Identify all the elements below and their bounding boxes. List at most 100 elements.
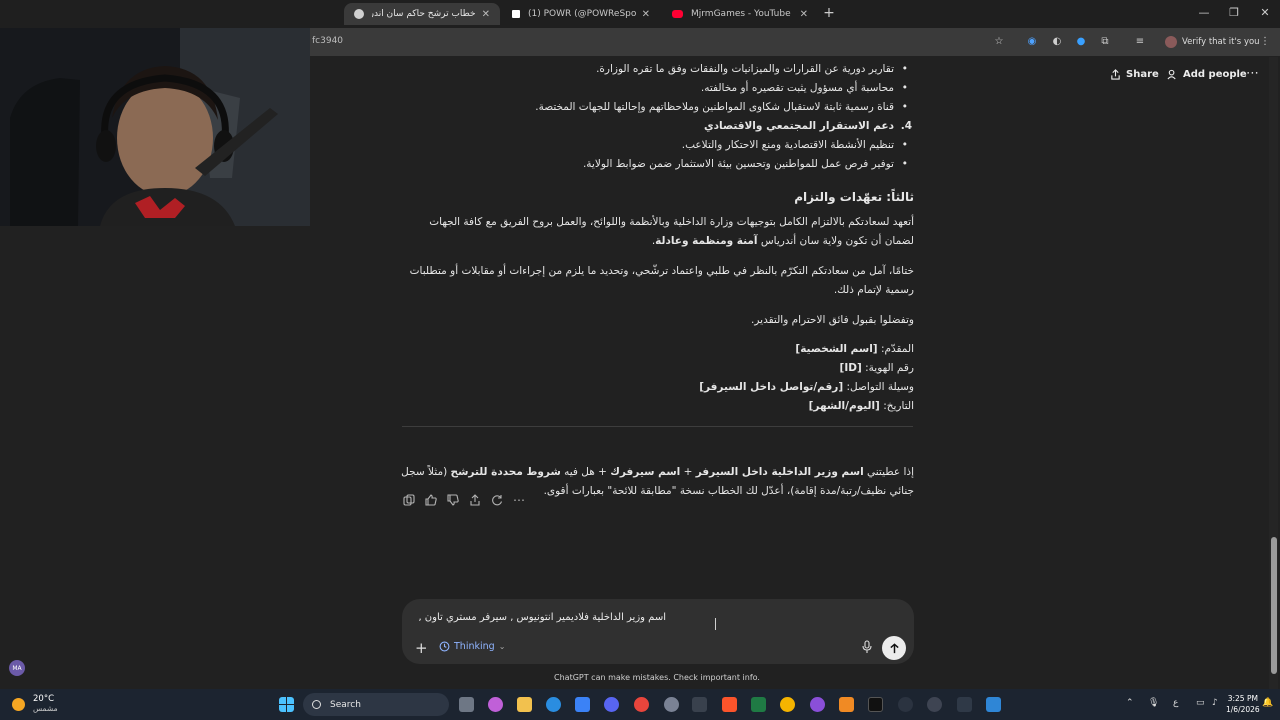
thumbs-down-icon[interactable] [445,492,461,508]
tab-youtube[interactable]: MjrmGames - YouTube ✕ [662,3,818,25]
text-cursor [715,618,718,630]
followup-text: + [680,466,696,478]
extension-read-icon[interactable]: ◉ [1026,36,1038,48]
close-icon[interactable]: ✕ [482,9,490,20]
app-icon[interactable] [986,697,1001,712]
webcam-overlay [0,28,310,226]
app-icon[interactable] [898,697,913,712]
youtube-icon [672,10,683,18]
sig-value: [اسم الشخصية] [795,343,878,355]
tab-x[interactable]: (1) POWR (@POWReSports) / X ✕ [502,3,660,25]
list-item: قناة رسمية ثابتة لاستقبال شكاوى المواطني… [398,98,914,117]
more-options-icon[interactable]: ⋯ [1246,66,1259,81]
person-add-icon [1167,69,1176,80]
scrollbar-thumb[interactable] [1271,537,1277,674]
sun-icon [12,697,25,711]
tab-list-icon[interactable]: ≡ [1134,36,1146,48]
profile-avatar [1165,36,1177,48]
network-icon[interactable]: ▭ [1196,698,1205,708]
sig-value: [ID] [839,362,862,374]
close-window-button[interactable]: ✕ [1258,6,1272,19]
more-actions-icon[interactable]: ⋯ [511,492,527,508]
extensions-puzzle-icon[interactable]: ⧉ [1099,36,1111,48]
search-icon [312,700,321,709]
arrow-up-icon [889,642,899,653]
user-avatar[interactable]: MA [9,660,25,676]
share-button[interactable]: Share [1110,69,1159,80]
prompt-input[interactable]: اسم وزير الداخلية فلاديمير انتونيوس , سي… [418,612,666,623]
search-label: Search [330,699,361,710]
signature-line: التاريخ: [اليوم/الشهر] [398,397,914,416]
taskbar-search[interactable]: Search [303,693,449,716]
add-people-label: Add people [1183,69,1247,80]
app-icon[interactable] [780,697,795,712]
app-icon[interactable] [692,697,707,712]
closing-paragraph: ختامًا، آمل من سعادتكم التكرّم بالنظر في… [409,265,914,296]
verify-label: Verify that it's you [1182,37,1260,47]
volume-icon[interactable]: ♪ [1212,698,1218,708]
edge-icon[interactable] [546,697,561,712]
restore-button[interactable]: ❐ [1227,6,1241,19]
thumbs-up-icon[interactable] [423,492,439,508]
disclaimer-text: ChatGPT can make mistakes. Check importa… [554,673,760,682]
microphone-tray-icon[interactable]: 🎙 [1148,698,1159,708]
copilot-icon[interactable] [488,697,503,712]
verify-profile-button[interactable]: Verify that it's you [1161,33,1266,51]
commit-bold: آمنة ومنظمة وعادلة [655,235,758,247]
close-icon[interactable]: ✕ [642,9,650,20]
new-tab-button[interactable]: + [822,5,836,21]
composer[interactable]: اسم وزير الداخلية فلاديمير انتونيوس , سي… [402,599,914,664]
sig-value: [اليوم/الشهر] [808,400,880,412]
section-heading: ثالثاً: تعهّدات والتزام [794,190,914,204]
add-attachment-icon[interactable]: + [415,639,428,657]
app-icon[interactable] [957,697,972,712]
add-people-button[interactable]: Add people [1167,69,1247,80]
brave-icon[interactable] [722,697,737,712]
app-icon[interactable] [664,697,679,712]
close-icon[interactable]: ✕ [800,9,808,20]
sig-label: وسيلة التواصل: [843,381,914,393]
share-label: Share [1126,69,1159,80]
signature-line: وسيلة التواصل: [رقم/تواصل داخل السيرفر] [398,378,914,397]
tab-title: MjrmGames - YouTube [691,9,791,19]
app-icon[interactable] [810,697,825,712]
chevron-up-icon[interactable]: ⌃ [1126,698,1134,708]
signature-line: المقدّم: [اسم الشخصية] [398,340,914,359]
extension-paint-icon[interactable]: ◐ [1051,36,1063,48]
windows-start-icon[interactable] [279,697,294,712]
tiktok-icon[interactable] [868,697,883,712]
thinking-mode-button[interactable]: Thinking ⌄ [439,641,505,652]
file-explorer-icon[interactable] [517,697,532,712]
list-item: تقارير دورية عن القرارات والميزانيات وال… [398,60,914,79]
excel-icon[interactable] [751,697,766,712]
tab-chatgpt[interactable]: خطاب ترشح حاكم سان أندرياس ✕ [344,3,500,25]
app-icon[interactable] [927,697,942,712]
clock-time: 3:25 PM [1227,694,1258,703]
bookmark-star-icon[interactable]: ☆ [993,36,1005,48]
task-view-icon[interactable] [459,697,474,712]
followup-bold: شروط محددة للترشح [450,466,561,478]
signature-line: رقم الهوية: [ID] [398,359,914,378]
sig-label: التاريخ: [879,400,914,412]
system-clock[interactable]: 3:25 PM 1/6/2026 [1226,693,1260,715]
extension-edge-icon[interactable]: ● [1075,36,1087,48]
regenerate-icon[interactable] [489,492,505,508]
signature-block: المقدّم: [اسم الشخصية] رقم الهوية: [ID] … [398,340,914,416]
share-message-icon[interactable] [467,492,483,508]
followup-bold: اسم وزير الداخلية داخل السيرفر [695,466,864,478]
weather-widget[interactable]: 20°C مشمس [12,694,58,714]
store-icon[interactable] [575,697,590,712]
list-item: محاسبة أي مسؤول يثبت تقصيره أو مخالفته. [398,79,914,98]
app-icon[interactable] [839,697,854,712]
chrome-icon[interactable] [634,697,649,712]
send-button[interactable] [882,636,906,660]
browser-menu-icon[interactable]: ⋮ [1259,36,1271,48]
notifications-icon[interactable]: 🔔 [1262,698,1273,708]
microphone-icon[interactable] [861,640,873,654]
discord-icon[interactable] [604,697,619,712]
copy-icon[interactable] [401,492,417,508]
url-text[interactable]: fc3940 [312,36,343,46]
language-indicator[interactable]: ع [1173,698,1178,708]
followup-bold: اسم سيرفرك [610,466,681,478]
minimize-button[interactable]: — [1197,6,1211,19]
